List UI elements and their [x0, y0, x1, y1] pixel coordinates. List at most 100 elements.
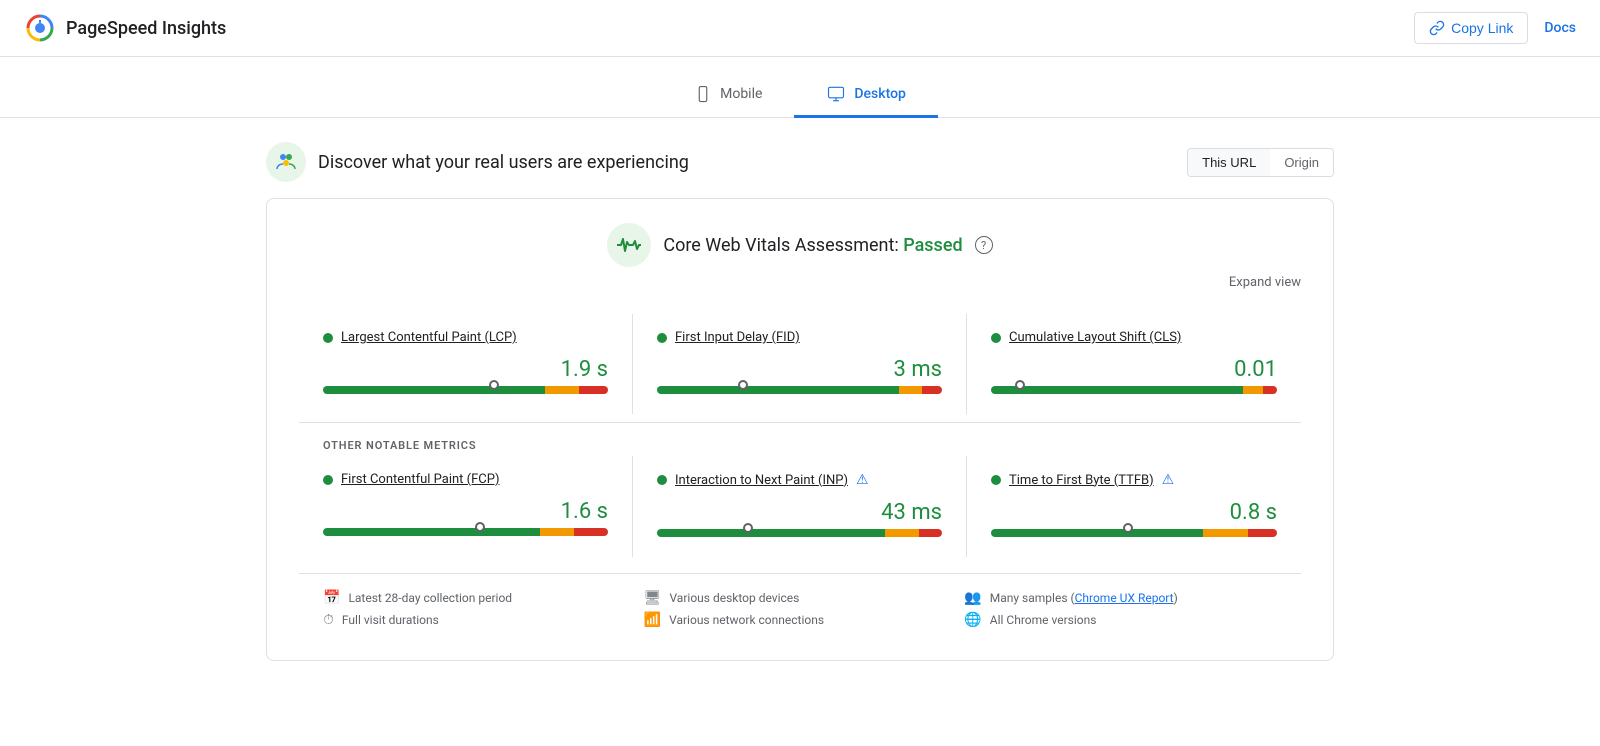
cwv-card: Core Web Vitals Assessment: Passed ? Exp… — [266, 198, 1334, 661]
metric-dot-lcp — [323, 333, 333, 343]
metric-value-ttfb: 0.8 s — [991, 500, 1277, 525]
tab-desktop[interactable]: Desktop — [794, 73, 937, 118]
footer-item-collection: 📅 Latest 28-day collection period — [323, 590, 636, 606]
clock-icon: ⏱ — [323, 612, 334, 628]
metric-dot-inp — [657, 475, 667, 485]
metric-bar-wrapper-fcp — [323, 528, 608, 536]
bar-marker-inp — [743, 523, 753, 533]
footer-item-network: 📶 Various network connections — [644, 612, 957, 628]
metric-bar-wrapper-cls — [991, 386, 1277, 394]
metric-cell-cls: Cumulative Layout Shift (CLS) 0.01 — [967, 314, 1301, 414]
footer-col-3: 👥 Many samples (Chrome UX Report) 🌐 All … — [964, 590, 1277, 628]
footer-info: 📅 Latest 28-day collection period ⏱ Full… — [299, 573, 1301, 636]
metric-bar-ttfb — [991, 529, 1277, 537]
tab-mobile[interactable]: Mobile — [662, 73, 794, 118]
wifi-icon: 📶 — [644, 612, 661, 628]
expand-view[interactable]: Expand view — [299, 275, 1301, 290]
bar-marker-lcp — [489, 380, 499, 390]
cwv-info-icon[interactable]: ? — [975, 236, 993, 254]
metric-value-fid: 3 ms — [657, 357, 942, 382]
link-icon — [1429, 20, 1445, 36]
metric-label-inp: Interaction to Next Paint (INP) ⚠ — [657, 472, 942, 488]
footer-chrome-text: All Chrome versions — [990, 613, 1097, 627]
monitor-icon: 🖥 — [644, 590, 662, 606]
footer-col-1: 📅 Latest 28-day collection period ⏱ Full… — [323, 590, 636, 628]
metric-cell-lcp: Largest Contentful Paint (LCP) 1.9 s — [299, 314, 633, 414]
origin-button[interactable]: Origin — [1270, 149, 1333, 176]
metric-label-ttfb: Time to First Byte (TTFB) ⚠ — [991, 472, 1277, 488]
users-icon — [274, 150, 298, 174]
tab-navigation: Mobile Desktop — [0, 57, 1600, 118]
chrome-ux-link[interactable]: Chrome UX Report — [1075, 591, 1174, 605]
metric-link-lcp[interactable]: Largest Contentful Paint (LCP) — [341, 330, 517, 345]
metric-value-lcp: 1.9 s — [323, 357, 608, 382]
app-header: PageSpeed Insights Copy Link Docs — [0, 0, 1600, 57]
metric-value-fcp: 1.6 s — [323, 499, 608, 524]
footer-item-chrome: 🌐 All Chrome versions — [964, 612, 1277, 628]
header-logo-group: PageSpeed Insights — [24, 12, 226, 44]
header-actions: Copy Link Docs — [1414, 12, 1576, 44]
cwv-status: Passed — [903, 235, 962, 256]
metric-cell-ttfb: Time to First Byte (TTFB) ⚠ 0.8 s — [967, 456, 1301, 557]
metric-bar-fid — [657, 386, 942, 394]
metric-link-cls[interactable]: Cumulative Layout Shift (CLS) — [1009, 330, 1181, 345]
metric-bar-fcp — [323, 528, 608, 536]
footer-samples-text: Many samples (Chrome UX Report) — [990, 591, 1178, 605]
main-content: Discover what your real users are experi… — [250, 118, 1350, 685]
copy-link-button[interactable]: Copy Link — [1414, 12, 1528, 44]
cwv-title: Core Web Vitals Assessment: Passed — [663, 235, 962, 256]
metric-bar-wrapper-ttfb — [991, 529, 1277, 537]
section-title: Discover what your real users are experi… — [318, 152, 689, 173]
metric-dot-ttfb — [991, 475, 1001, 485]
cwv-icon — [607, 223, 651, 267]
other-metrics-grid: First Contentful Paint (FCP) 1.6 s Inter… — [299, 456, 1301, 557]
this-url-button[interactable]: This URL — [1188, 149, 1270, 176]
footer-devices-text: Various desktop devices — [669, 591, 799, 605]
desktop-icon — [826, 85, 846, 103]
footer-collection-text: Latest 28-day collection period — [348, 591, 512, 605]
tab-desktop-label: Desktop — [854, 86, 905, 102]
footer-duration-text: Full visit durations — [342, 613, 439, 627]
metrics-divider — [299, 422, 1301, 423]
bar-marker-ttfb — [1123, 523, 1133, 533]
footer-item-devices: 🖥 Various desktop devices — [644, 590, 957, 606]
docs-link[interactable]: Docs — [1544, 20, 1576, 36]
metric-label-fid: First Input Delay (FID) — [657, 330, 942, 345]
mobile-icon — [694, 85, 712, 103]
footer-network-text: Various network connections — [669, 613, 824, 627]
section-icon — [266, 142, 306, 182]
calendar-icon: 📅 — [323, 590, 340, 606]
people-icon: 👥 — [964, 590, 981, 606]
metric-cell-fcp: First Contentful Paint (FCP) 1.6 s — [299, 456, 633, 557]
app-title: PageSpeed Insights — [66, 18, 226, 39]
footer-item-samples: 👥 Many samples (Chrome UX Report) — [964, 590, 1277, 606]
section-title-group: Discover what your real users are experi… — [266, 142, 689, 182]
metric-bar-cls — [991, 386, 1277, 394]
metric-bar-wrapper-fid — [657, 386, 942, 394]
metric-bar-wrapper-lcp — [323, 386, 608, 394]
bar-marker-fid — [738, 380, 748, 390]
section-header: Discover what your real users are experi… — [266, 142, 1334, 182]
metric-value-inp: 43 ms — [657, 500, 942, 525]
vitals-icon — [615, 235, 643, 255]
chrome-icon: 🌐 — [964, 612, 981, 628]
footer-item-duration: ⏱ Full visit durations — [323, 612, 636, 628]
copy-link-label: Copy Link — [1451, 20, 1513, 36]
metric-link-fid[interactable]: First Input Delay (FID) — [675, 330, 800, 345]
url-toggle-group: This URL Origin — [1187, 148, 1334, 177]
metric-bar-inp — [657, 529, 942, 537]
metric-bar-lcp — [323, 386, 608, 394]
metric-dot-fcp — [323, 475, 333, 485]
metric-dot-cls — [991, 333, 1001, 343]
metric-link-inp[interactable]: Interaction to Next Paint (INP) — [675, 473, 848, 488]
other-metrics-label: OTHER NOTABLE METRICS — [299, 439, 1301, 452]
footer-col-2: 🖥 Various desktop devices 📶 Various netw… — [644, 590, 957, 628]
metric-label-cls: Cumulative Layout Shift (CLS) — [991, 330, 1277, 345]
metric-dot-fid — [657, 333, 667, 343]
core-metrics-grid: Largest Contentful Paint (LCP) 1.9 s Fir… — [299, 314, 1301, 414]
pagespeed-logo — [24, 12, 56, 44]
metric-link-fcp[interactable]: First Contentful Paint (FCP) — [341, 472, 500, 487]
metric-label-fcp: First Contentful Paint (FCP) — [323, 472, 608, 487]
metric-link-ttfb[interactable]: Time to First Byte (TTFB) — [1009, 473, 1154, 488]
bar-marker-fcp — [475, 522, 485, 532]
